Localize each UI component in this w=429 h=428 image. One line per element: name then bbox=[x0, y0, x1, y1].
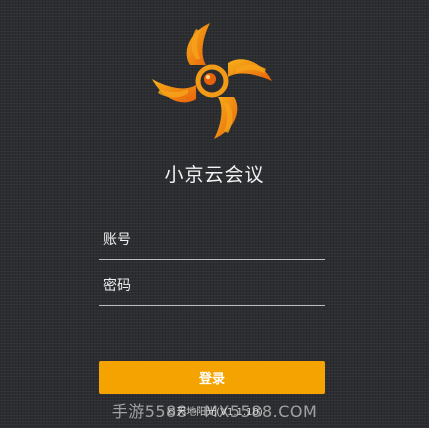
password-underline bbox=[99, 305, 325, 306]
account-field bbox=[99, 222, 325, 262]
login-button[interactable]: 登录 bbox=[99, 361, 325, 394]
app-title: 小京云会议 bbox=[164, 164, 265, 186]
app-logo-icon bbox=[152, 23, 272, 139]
account-underline bbox=[99, 259, 325, 260]
password-input[interactable] bbox=[99, 268, 325, 304]
watermark-text: 手游5588 · MX5588.COM bbox=[111, 402, 318, 421]
password-field bbox=[99, 268, 325, 308]
account-input[interactable] bbox=[99, 222, 325, 258]
